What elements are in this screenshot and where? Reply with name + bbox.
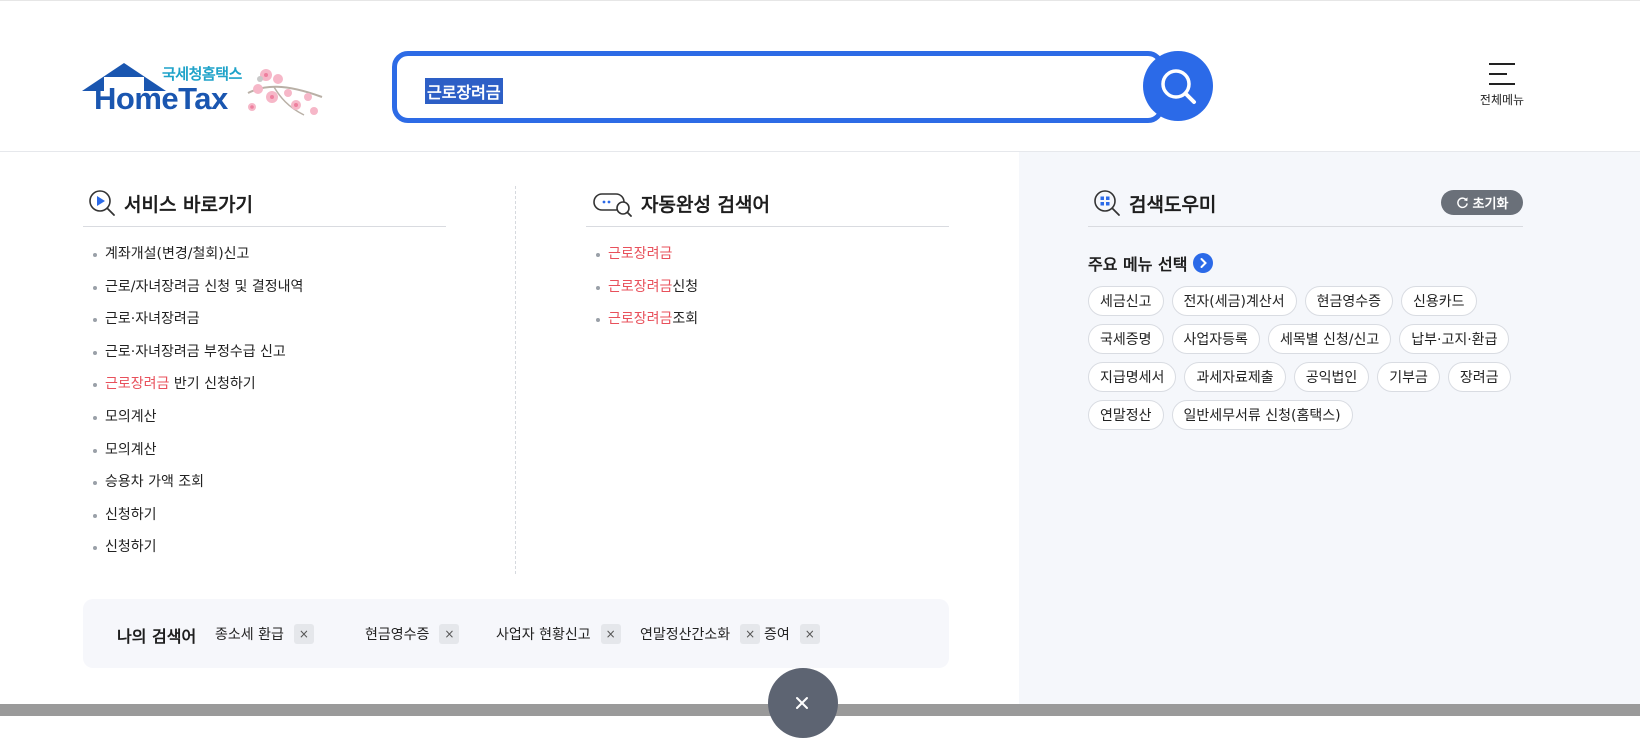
service-link-label: 근로·자녀장려금 부정수급 신고	[105, 343, 286, 360]
autocomplete-item[interactable]: 근로장려금신청	[586, 277, 946, 310]
my-searches-title: 나의 검색어	[117, 627, 197, 646]
service-link-label: 계좌개설(변경/철회)신고	[105, 246, 250, 262]
menu-chip[interactable]: 전자(세금)계산서	[1171, 286, 1297, 316]
menu-chips: 세금신고 전자(세금)계산서 현금영수증 신용카드국세증명 사업자등록 세목별 신청/신고…	[1088, 286, 1538, 430]
menu-chip[interactable]: 공익법인	[1293, 362, 1370, 392]
helper-heading: 검색도우미	[1093, 189, 1216, 217]
chat-search-icon	[593, 193, 632, 217]
menu-chip[interactable]: 신용카드	[1401, 286, 1477, 316]
recent-search-label: 현금영수증	[365, 627, 430, 643]
autocomplete-item[interactable]: 근로장려금조회	[586, 309, 946, 342]
header: 국세청홈택스 HomeTax 근로장려금 전체메뉴	[0, 0, 1640, 152]
recent-search-label: 사업자 현황신고	[496, 627, 591, 643]
column-divider	[515, 186, 516, 574]
autocomplete-item[interactable]: 근로장려금	[586, 244, 946, 277]
close-panel-button[interactable]	[768, 668, 838, 738]
hamburger-icon	[1489, 63, 1515, 85]
all-menu-label: 전체메뉴	[1479, 93, 1525, 107]
service-link-label: 모의계산	[105, 408, 157, 425]
menu-chip[interactable]: 일반세무서류 신청(홈택스)	[1171, 400, 1353, 430]
recent-search-item[interactable]: 연말정산간소화 ×	[640, 624, 761, 644]
service-link[interactable]: 근로/자녀장려금 신청 및 결정내역	[83, 277, 503, 310]
main-menu-select[interactable]: 주요 메뉴 선택	[1088, 251, 1214, 275]
divider	[83, 226, 446, 227]
service-link[interactable]: 모의계산	[83, 407, 503, 440]
keyword-highlight: 근로장려금	[105, 376, 170, 393]
recent-search-item[interactable]: 사업자 현황신고 ×	[496, 624, 621, 644]
service-link[interactable]: 신청하기	[83, 505, 503, 538]
services-list: 계좌개설(변경/철회)신고근로/자녀장려금 신청 및 결정내역근로·자녀장려금근…	[83, 244, 503, 570]
recent-search-label: 연말정산간소화	[640, 627, 731, 643]
service-link-label: 모의계산	[105, 441, 157, 458]
recent-search-label: 종소세 환급	[215, 627, 284, 643]
recent-search-item[interactable]: 증여 ×	[764, 624, 820, 644]
service-link[interactable]: 모의계산	[83, 440, 503, 473]
menu-chip[interactable]: 세금신고	[1088, 286, 1164, 316]
play-search-icon	[89, 190, 115, 216]
service-link-label: 반기 신청하기	[169, 376, 256, 393]
search-box: 근로장려금	[392, 51, 1164, 123]
autocomplete-title: 자동완성 검색어	[641, 193, 770, 216]
service-link[interactable]: 근로·자녀장려금	[83, 309, 503, 342]
my-searches-bar: 나의 검색어 종소세 환급 × 현금영수증 × 사업자 현황신고 × 연말정산간소화 × 증여 ×	[83, 599, 949, 668]
menu-chip[interactable]: 현금영수증	[1304, 286, 1394, 316]
menu-chip[interactable]: 장려금	[1447, 362, 1511, 392]
menu-chip[interactable]: 기부금	[1377, 362, 1440, 392]
autocomplete-suffix: 조회	[672, 311, 699, 328]
main-menu-select-label: 주요 메뉴 선택	[1088, 255, 1188, 274]
search-icon	[1161, 69, 1196, 104]
reset-button[interactable]: 초기화	[1441, 190, 1523, 215]
service-link[interactable]: 신청하기	[83, 537, 503, 570]
service-link[interactable]: 근로·자녀장려금 부정수급 신고	[83, 342, 503, 375]
remove-icon[interactable]: ×	[799, 624, 820, 644]
menu-chip[interactable]: 국세증명	[1088, 324, 1164, 354]
keyword-highlight: 근로장려금	[608, 311, 673, 328]
menu-chip[interactable]: 과세자료제출	[1184, 362, 1286, 392]
remove-icon[interactable]: ×	[600, 624, 621, 644]
menu-chip[interactable]: 납부·고지·환급	[1399, 324, 1510, 354]
menu-chip[interactable]: 세목별 신청/신고	[1267, 324, 1392, 354]
hometax-logo[interactable]: 국세청홈택스 HomeTax	[82, 59, 327, 119]
service-link-label: 근로·자녀장려금	[105, 311, 200, 328]
remove-icon[interactable]: ×	[740, 624, 761, 644]
menu-chip[interactable]: 사업자등록	[1171, 324, 1260, 354]
services-title: 서비스 바로가기	[124, 193, 253, 216]
autocomplete-suffix: 신청	[672, 278, 699, 295]
service-link-label: 승용차 가액 조회	[105, 474, 205, 491]
refresh-icon	[1456, 197, 1468, 209]
keyword-highlight: 근로장려금	[608, 278, 673, 295]
autocomplete-list: 근로장려금 근로장려금신청 근로장려금조회	[586, 244, 946, 342]
menu-chip[interactable]: 지급명세서	[1088, 362, 1177, 392]
service-link[interactable]: 승용차 가액 조회	[83, 472, 503, 505]
reset-label: 초기화	[1472, 197, 1509, 212]
logo-title: HomeTax	[94, 81, 228, 116]
remove-icon[interactable]: ×	[293, 624, 314, 644]
autocomplete-heading: 자동완성 검색어	[593, 189, 770, 217]
services-heading: 서비스 바로가기	[88, 189, 253, 217]
service-link-label: 신청하기	[105, 506, 157, 523]
remove-icon[interactable]: ×	[439, 624, 460, 644]
service-link[interactable]: 계좌개설(변경/철회)신고	[83, 244, 503, 277]
helper-title: 검색도우미	[1129, 193, 1217, 216]
divider	[586, 226, 949, 227]
divider	[1088, 226, 1523, 227]
chevron-right-icon	[1193, 253, 1214, 273]
close-icon	[796, 697, 808, 709]
recent-search-item[interactable]: 현금영수증 ×	[365, 624, 460, 644]
cherry-blossom-icon	[247, 69, 323, 116]
menu-chip[interactable]: 연말정산	[1088, 400, 1164, 430]
recent-search-item[interactable]: 종소세 환급 ×	[215, 624, 314, 644]
service-link[interactable]: 근로장려금 반기 신청하기	[83, 374, 503, 407]
grid-search-icon	[1094, 190, 1120, 216]
keyword-highlight: 근로장려금	[608, 246, 673, 262]
search-button[interactable]	[1143, 51, 1213, 121]
search-input[interactable]	[419, 74, 1099, 102]
service-link-label: 근로/자녀장려금 신청 및 결정내역	[105, 278, 304, 295]
all-menu-button[interactable]: 전체메뉴	[1470, 61, 1534, 113]
recent-search-label: 증여	[764, 627, 790, 643]
service-link-label: 신청하기	[105, 539, 157, 556]
